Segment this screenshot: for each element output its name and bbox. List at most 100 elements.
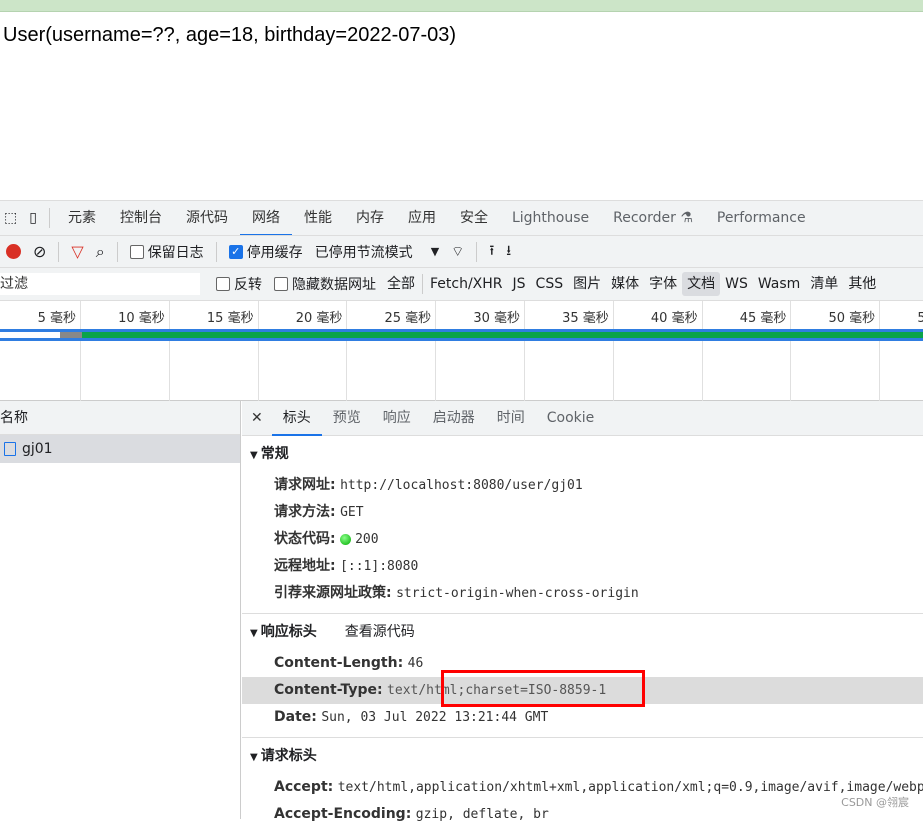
preserve-log-checkbox[interactable]: 保留日志 bbox=[129, 242, 204, 262]
record-button[interactable] bbox=[6, 244, 21, 259]
browser-top-strip bbox=[0, 0, 923, 12]
triangle-down-icon: ▼ bbox=[250, 450, 258, 461]
timeline-gridline bbox=[435, 301, 437, 401]
inspect-element-icon[interactable]: ⬚ bbox=[4, 210, 17, 226]
header-row: 请求网址: http://localhost:8080/user/gj01 bbox=[274, 477, 583, 493]
annotation-red-box bbox=[441, 670, 645, 707]
tab-headers[interactable]: 标头 bbox=[271, 401, 322, 436]
record-icon bbox=[6, 244, 21, 259]
device-toolbar-icon[interactable]: ▯ bbox=[29, 210, 37, 226]
devtools-panel: ⬚ ▯ 元素 控制台 源代码 网络 性能 内存 应用 安全 Lighthouse… bbox=[0, 200, 923, 822]
request-detail: ✕ 标头 预览 响应 启动器 时间 Cookie ▼ 常规 请求网址: http:… bbox=[242, 401, 923, 822]
clear-button[interactable]: ⊘ bbox=[33, 242, 46, 261]
export-har-icon[interactable]: ⭳ bbox=[506, 240, 511, 264]
tab-elements[interactable]: 元素 bbox=[56, 201, 108, 235]
request-headers-section: ▼ 请求标头 Accept: text/html,application/xhtm… bbox=[242, 738, 923, 828]
filter-type-media[interactable]: 媒体 bbox=[606, 272, 644, 296]
filter-type-ws[interactable]: WS bbox=[720, 272, 753, 296]
tab-network[interactable]: 网络 bbox=[239, 201, 292, 235]
timeline-tick-label: 50 毫秒 bbox=[828, 311, 876, 326]
timeline-tick-label: 30 毫秒 bbox=[473, 311, 520, 326]
timeline-gridline bbox=[790, 301, 792, 401]
request-row[interactable]: gj01 bbox=[0, 435, 240, 463]
filter-type-wasm[interactable]: Wasm bbox=[753, 272, 805, 296]
tab-recorder[interactable]: Recorder ⚗ bbox=[601, 201, 705, 235]
tab-console[interactable]: 控制台 bbox=[108, 201, 174, 235]
tab-timing[interactable]: 时间 bbox=[486, 401, 536, 436]
document-icon bbox=[4, 442, 16, 456]
filter-type-img[interactable]: 图片 bbox=[568, 272, 606, 296]
timeline-gridline bbox=[80, 301, 81, 401]
tab-security[interactable]: 安全 bbox=[448, 201, 500, 235]
timeline-gridline bbox=[612, 301, 614, 401]
timeline-tick-label: 5 毫秒 bbox=[37, 311, 76, 326]
header-row: Accept: text/html,application/xhtml+xml,… bbox=[274, 779, 923, 795]
header-row: 请求方法: GET bbox=[274, 504, 364, 520]
general-section: ▼ 常规 请求网址: http://localhost:8080/user/gj0… bbox=[242, 436, 923, 614]
timeline-bar-queue bbox=[0, 332, 60, 338]
timeline-gridline bbox=[524, 301, 525, 401]
watermark: CSDN @翎宸 bbox=[841, 796, 909, 809]
timeline-bar-download bbox=[82, 332, 923, 338]
detail-tabs: ✕ 标头 预览 响应 启动器 时间 Cookie bbox=[242, 401, 923, 436]
filter-type-css[interactable]: CSS bbox=[531, 272, 569, 296]
view-source-link[interactable]: 查看源代码 bbox=[345, 624, 415, 640]
timeline-bar-waiting bbox=[60, 332, 82, 338]
filter-type-manifest[interactable]: 清单 bbox=[805, 272, 843, 296]
throttling-select[interactable]: 已停用节流模式 ▼ bbox=[315, 242, 439, 262]
timeline-tick-label: 35 毫秒 bbox=[562, 311, 609, 326]
timeline-tick-label: 25 毫秒 bbox=[384, 311, 432, 326]
filter-type-doc[interactable]: 文档 bbox=[682, 272, 721, 296]
filter-type-other[interactable]: 其他 bbox=[843, 272, 881, 296]
devtools-tabs: ⬚ ▯ 元素 控制台 源代码 网络 性能 内存 应用 安全 Lighthouse… bbox=[0, 201, 923, 236]
timeline-gridline bbox=[346, 301, 348, 401]
chevron-down-icon: ▼ bbox=[430, 245, 440, 258]
filter-type-all[interactable]: 全部 bbox=[382, 272, 420, 296]
close-icon[interactable]: ✕ bbox=[242, 401, 272, 436]
tab-response[interactable]: 响应 bbox=[372, 401, 422, 436]
tab-lighthouse[interactable]: Lighthouse bbox=[500, 201, 601, 235]
triangle-down-icon: ▼ bbox=[250, 628, 258, 639]
header-row: 状态代码: 200 bbox=[274, 531, 379, 547]
filter-icon[interactable]: ▽ bbox=[71, 242, 83, 261]
filter-input[interactable]: 过滤 bbox=[0, 273, 200, 295]
filter-bar: 过滤 反转 隐藏数据网址 全部 Fetch/XHR JS CSS 图片 媒体 字… bbox=[0, 268, 923, 301]
tab-performance-cn[interactable]: 性能 bbox=[292, 201, 344, 235]
header-row: 远程地址: [::1]:8080 bbox=[274, 558, 419, 574]
timeline-tick-label: 15 毫秒 bbox=[206, 311, 254, 326]
invert-checkbox[interactable]: 反转 bbox=[216, 274, 262, 294]
tab-preview[interactable]: 预览 bbox=[322, 401, 372, 436]
general-section-header[interactable]: ▼ 常规 bbox=[242, 436, 923, 472]
tab-cookies[interactable]: Cookie bbox=[536, 401, 606, 436]
filter-type-font[interactable]: 字体 bbox=[644, 272, 682, 296]
timeline-tick-label: 55 毫秒 bbox=[917, 311, 923, 326]
import-har-icon[interactable]: ⭱ bbox=[489, 240, 494, 264]
search-icon[interactable]: ⌕ bbox=[96, 242, 105, 262]
header-row: Accept-Encoding: gzip, deflate, br bbox=[274, 806, 549, 822]
timeline-gridline bbox=[701, 301, 703, 401]
request-list: 名称 gj01 bbox=[0, 401, 241, 819]
triangle-down-icon: ▼ bbox=[250, 752, 258, 763]
timeline-gridline bbox=[879, 301, 881, 401]
timeline-gridline bbox=[257, 301, 259, 401]
network-conditions-icon[interactable]: ⌔ bbox=[451, 243, 464, 261]
tab-memory[interactable]: 内存 bbox=[344, 201, 396, 235]
hide-data-urls-checkbox[interactable]: 隐藏数据网址 bbox=[274, 274, 376, 294]
tab-application[interactable]: 应用 bbox=[396, 201, 448, 235]
header-row: Date: Sun, 03 Jul 2022 13:21:44 GMT bbox=[274, 709, 549, 725]
filter-type-fetch-xhr[interactable]: Fetch/XHR bbox=[425, 272, 508, 296]
timeline-tick-label: 20 毫秒 bbox=[295, 311, 343, 326]
tab-initiator[interactable]: 启动器 bbox=[422, 401, 486, 436]
name-column-header[interactable]: 名称 bbox=[0, 401, 240, 435]
network-timeline-overview[interactable]: 5 毫秒 10 毫秒 15 毫秒 20 毫秒 25 毫秒 30 毫秒 35 毫秒 40 毫秒 4… bbox=[0, 301, 923, 401]
disable-cache-checkbox[interactable]: ✓ 停用缓存 bbox=[228, 242, 303, 262]
tab-sources[interactable]: 源代码 bbox=[174, 201, 240, 235]
response-headers-header[interactable]: ▼ 响应标头 查看源代码 bbox=[242, 614, 923, 650]
request-headers-header[interactable]: ▼ 请求标头 bbox=[242, 738, 923, 774]
timeline-tick-label: 45 毫秒 bbox=[739, 311, 787, 326]
tab-performance[interactable]: Performance bbox=[705, 201, 818, 235]
filter-type-js[interactable]: JS bbox=[508, 272, 531, 296]
timeline-tick-label: 10 毫秒 bbox=[118, 311, 165, 326]
page-body-text: User(username=??, age=18, birthday=2022-… bbox=[3, 24, 457, 46]
timeline-tick-label: 40 毫秒 bbox=[650, 311, 698, 326]
